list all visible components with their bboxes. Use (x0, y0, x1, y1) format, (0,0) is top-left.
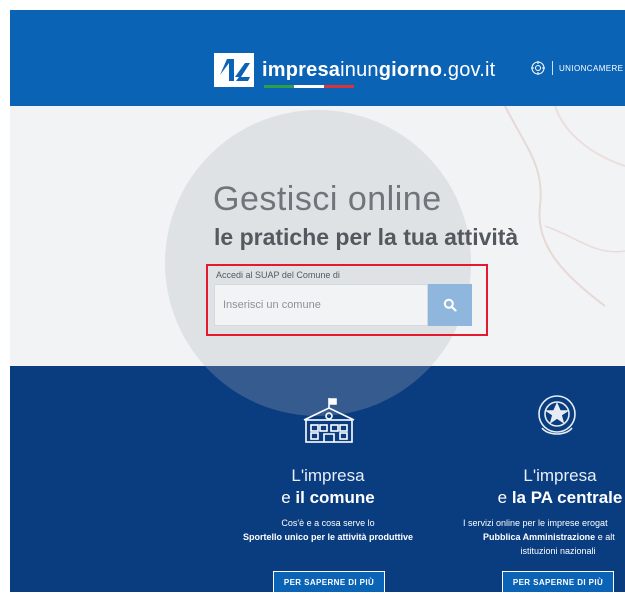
comune-desc-line1: Cos'è e a cosa serve lo (281, 518, 375, 528)
pa-desc-line2: Pubblica Amministrazione e alt (483, 532, 615, 542)
pa-title: L'impresa (523, 466, 597, 485)
unioncamere-icon (531, 61, 545, 75)
pa-desc-line3: istituzioni nazionali (520, 546, 596, 556)
partner-label: UNIONCAMERE (559, 63, 624, 73)
hero-subtitle: le pratiche per la tua attività (214, 224, 519, 250)
search-label: Accedi al SUAP del Comune di (216, 270, 340, 280)
search-icon (443, 298, 457, 312)
logo-text: impresainungiorno.gov.it (262, 59, 495, 88)
comune-desc-line2: Sportello unico per le attività produtti… (242, 532, 414, 542)
italian-emblem-icon (538, 395, 576, 435)
logo-mark-icon (214, 53, 254, 87)
hero-title: Gestisci online (213, 180, 442, 218)
search-button[interactable] (428, 284, 472, 326)
comune-more-button[interactable]: PER SAPERNE DI PIÙ (273, 571, 385, 593)
town-hall-icon (303, 398, 355, 443)
pa-desc-line1: I servizi online per le imprese erogat (463, 518, 608, 528)
partner-divider (552, 61, 553, 75)
site-logo[interactable]: impresainungiorno.gov.it (214, 50, 495, 90)
comune-subtitle: e il comune (281, 488, 375, 507)
pa-subtitle: e la PA centrale (497, 488, 623, 507)
comune-title: L'impresa (291, 466, 365, 485)
pa-more-button[interactable]: PER SAPERNE DI PIÙ (502, 571, 614, 593)
partner-logo[interactable]: UNIONCAMERE (530, 60, 623, 76)
comune-search-input[interactable] (214, 284, 428, 326)
flag-underline (264, 84, 354, 88)
